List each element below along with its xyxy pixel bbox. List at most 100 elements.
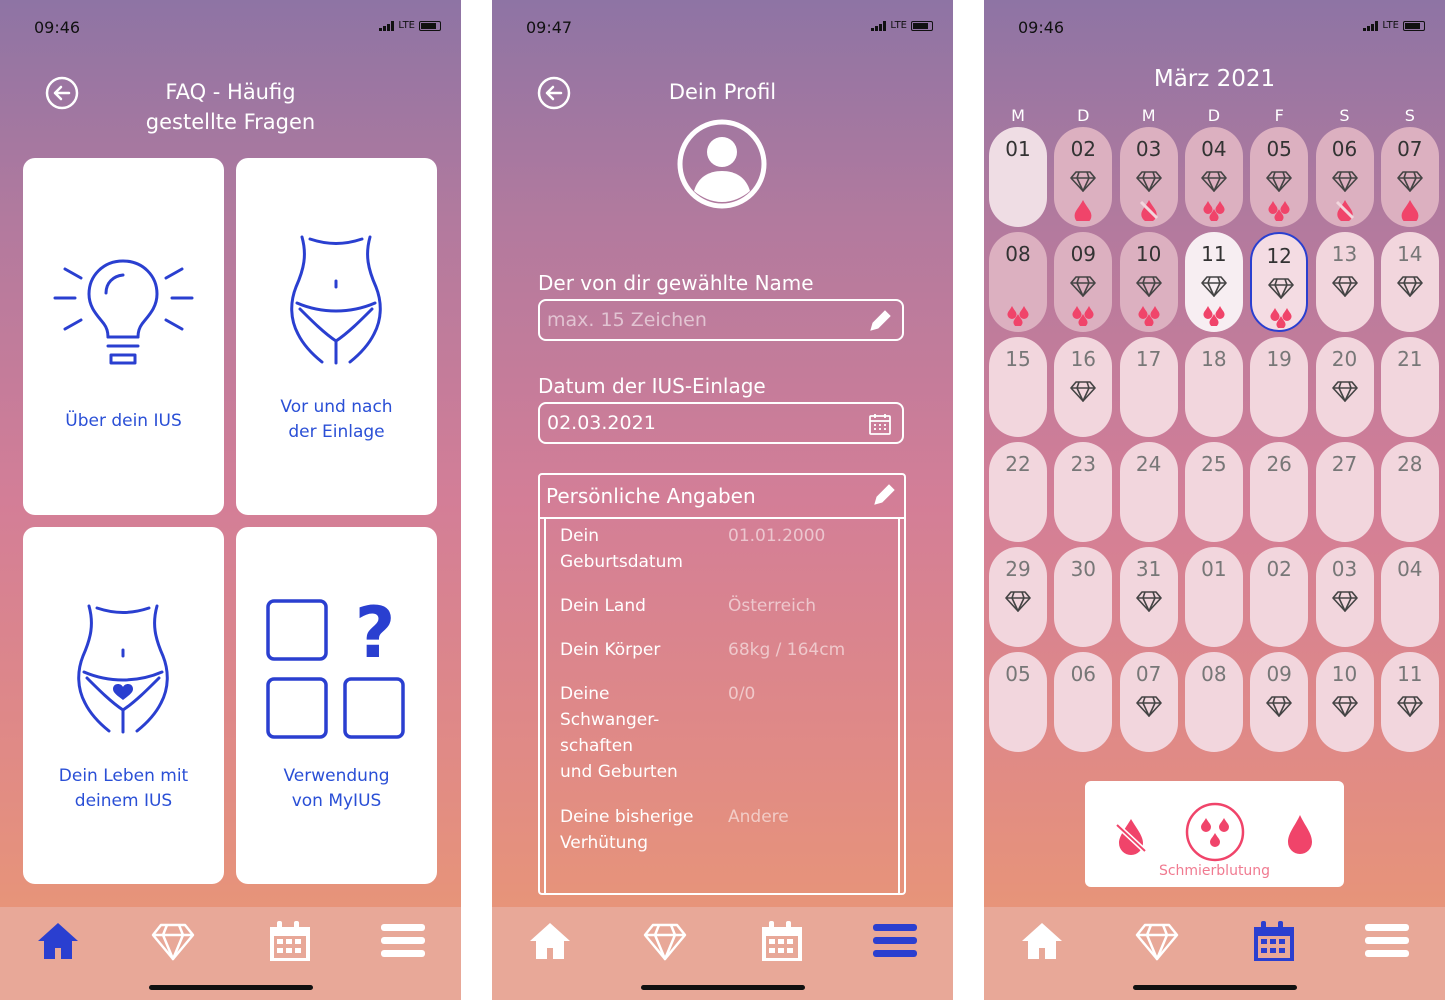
day-number: 23 [1070, 452, 1097, 476]
spotting-drops-icon [1268, 201, 1290, 221]
calendar-day[interactable]: 12 [1250, 232, 1309, 332]
calendar-day[interactable]: 08 [989, 232, 1047, 332]
calendar-day[interactable]: 02 [1054, 127, 1113, 227]
calendar-icon[interactable] [266, 919, 310, 963]
calendar-day[interactable]: 28 [1380, 442, 1439, 542]
home-indicator [149, 985, 313, 990]
day-number: 04 [1397, 557, 1423, 581]
calendar-day[interactable]: 09 [1250, 652, 1309, 752]
diamond-icon [1396, 276, 1423, 297]
calendar-day[interactable]: 27 [1315, 442, 1374, 542]
insertion-date-label: Datum der IUS-Einlage [538, 374, 766, 398]
faq-card-using-myius[interactable]: ? Verwendung von MyIUS [236, 527, 437, 884]
calendar-day[interactable]: 05 [1250, 127, 1309, 227]
calendar-day[interactable]: 21 [1380, 337, 1439, 437]
calendar-day[interactable]: 01 [989, 127, 1047, 227]
calendar-day[interactable]: 15 [989, 337, 1047, 437]
calendar-day[interactable]: 04 [1380, 547, 1439, 647]
calendar-day[interactable]: 03 [1315, 547, 1374, 647]
tab-bar [492, 907, 953, 1000]
diamond-icon [1135, 591, 1162, 612]
tab-bar [0, 907, 461, 1000]
calendar-day[interactable]: 11 [1380, 652, 1439, 752]
home-icon[interactable] [528, 919, 572, 963]
home-icon[interactable] [36, 919, 80, 963]
calendar-day[interactable]: 10 [1315, 652, 1374, 752]
spotting-drops-icon [1072, 306, 1094, 326]
calendar-day[interactable]: 30 [1054, 547, 1113, 647]
calendar-day[interactable]: 29 [989, 547, 1047, 647]
faq-card-before-after[interactable]: Vor und nach der Einlage [236, 158, 437, 515]
calendar-day[interactable]: 06 [1315, 127, 1374, 227]
faq-card-label: Dein Leben mit [58, 766, 189, 786]
network-label: LTE [1382, 20, 1399, 31]
heavy-bleeding-icon[interactable] [1285, 813, 1315, 857]
diamond-icon[interactable] [151, 919, 195, 963]
calendar-icon[interactable] [758, 919, 802, 963]
home-icon[interactable] [1020, 919, 1064, 963]
calendar-day[interactable]: 02 [1250, 547, 1309, 647]
battery-icon [419, 20, 441, 31]
calendar-day[interactable]: 11 [1184, 232, 1243, 332]
pencil-icon[interactable] [872, 483, 896, 507]
diamond-icon [1331, 381, 1358, 402]
menu-icon[interactable] [1365, 919, 1409, 963]
menu-icon[interactable] [873, 919, 917, 963]
spotting-drops-icon [1138, 306, 1160, 326]
calendar-day[interactable]: 07 [1119, 652, 1178, 752]
body-icon [290, 235, 382, 365]
name-label: Der von dir gewählte Name [538, 271, 814, 295]
faq-card-label: von MyIUS [291, 791, 382, 811]
battery-icon [1403, 20, 1425, 31]
calendar-day[interactable]: 22 [989, 442, 1047, 542]
calendar-day[interactable]: 08 [1184, 652, 1243, 752]
faq-card-life-with-ius[interactable]: Dein Leben mit deinem IUS [23, 527, 224, 884]
avatar-icon[interactable] [677, 119, 767, 209]
day-number: 22 [1005, 452, 1031, 476]
day-number: 09 [1070, 242, 1097, 266]
name-field[interactable]: max. 15 Zeichen [538, 299, 904, 341]
calendar-day[interactable]: 03 [1119, 127, 1178, 227]
calendar-day[interactable]: 05 [989, 652, 1047, 752]
day-number: 02 [1070, 137, 1097, 161]
bleeding-drop-icon [1401, 200, 1419, 221]
calendar-day[interactable]: 09 [1054, 232, 1113, 332]
calendar-day[interactable]: 06 [1054, 652, 1113, 752]
day-number: 17 [1135, 347, 1162, 371]
calendar-day[interactable]: 10 [1119, 232, 1178, 332]
calendar-day[interactable]: 01 [1184, 547, 1243, 647]
calendar-day[interactable]: 18 [1184, 337, 1243, 437]
diamond-icon [1135, 171, 1162, 192]
no-bleeding-icon[interactable] [1113, 815, 1149, 857]
pencil-icon[interactable] [868, 309, 892, 333]
calendar-icon[interactable] [1250, 919, 1294, 963]
calendar-day[interactable]: 16 [1054, 337, 1113, 437]
calendar-day[interactable]: 25 [1184, 442, 1243, 542]
calendar-day[interactable]: 26 [1250, 442, 1309, 542]
calendar-day[interactable]: 24 [1119, 442, 1178, 542]
calendar-day[interactable]: 04 [1184, 127, 1243, 227]
calendar-day[interactable]: 20 [1315, 337, 1374, 437]
diamond-icon[interactable] [643, 919, 687, 963]
calendar-day[interactable]: 07 [1380, 127, 1439, 227]
calendar-icon[interactable] [868, 412, 892, 436]
faq-card-about-ius[interactable]: Über dein IUS [23, 158, 224, 515]
calendar-day[interactable]: 13 [1315, 232, 1374, 332]
day-number: 13 [1331, 242, 1358, 266]
squares-question-icon: ? [266, 597, 405, 739]
calendar-day[interactable]: 19 [1250, 337, 1309, 437]
insertion-date-field[interactable]: 02.03.2021 [538, 402, 904, 444]
diamond-icon[interactable] [1135, 919, 1179, 963]
calendar-day[interactable]: 31 [1119, 547, 1178, 647]
signal-icon [871, 20, 887, 31]
diamond-icon [1331, 276, 1358, 297]
day-number: 05 [1266, 137, 1292, 161]
calendar-day[interactable]: 14 [1380, 232, 1439, 332]
day-number: 20 [1331, 347, 1358, 371]
menu-icon[interactable] [381, 919, 425, 963]
calendar-day[interactable]: 23 [1054, 442, 1113, 542]
name-placeholder: max. 15 Zeichen [547, 309, 707, 331]
spotting-icon[interactable] [1184, 801, 1246, 863]
calendar-day[interactable]: 17 [1119, 337, 1178, 437]
battery-icon [911, 20, 933, 31]
